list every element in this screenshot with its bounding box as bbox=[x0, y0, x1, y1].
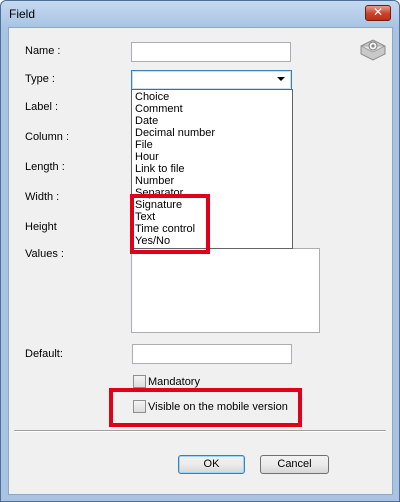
type-select[interactable] bbox=[131, 70, 292, 90]
type-option-date[interactable]: Date bbox=[135, 115, 158, 127]
type-option-file[interactable]: File bbox=[135, 139, 153, 151]
name-label: Name : bbox=[25, 45, 61, 57]
close-button[interactable]: ✕ bbox=[365, 5, 391, 21]
default-label: Default: bbox=[25, 348, 63, 360]
height-label: Height bbox=[25, 221, 57, 233]
mandatory-checkbox[interactable] bbox=[133, 375, 146, 388]
default-input[interactable] bbox=[132, 344, 292, 364]
close-icon: ✕ bbox=[372, 5, 384, 19]
type-option-link-to-file[interactable]: Link to file bbox=[135, 163, 185, 175]
length-label: Length : bbox=[25, 161, 65, 173]
name-input[interactable] bbox=[131, 42, 291, 62]
type-option-decimal-number[interactable]: Decimal number bbox=[135, 127, 215, 139]
mandatory-label: Mandatory bbox=[148, 376, 200, 388]
type-option-comment[interactable]: Comment bbox=[135, 103, 183, 115]
window-title: Field bbox=[9, 7, 36, 21]
highlight-mobile-option bbox=[109, 388, 302, 427]
values-textarea[interactable] bbox=[131, 248, 320, 333]
highlight-new-types bbox=[130, 194, 210, 254]
type-option-choice[interactable]: Choice bbox=[135, 91, 169, 103]
separator bbox=[14, 430, 386, 432]
column-label: Column : bbox=[25, 131, 70, 143]
cancel-button[interactable]: Cancel bbox=[260, 455, 329, 474]
type-option-number[interactable]: Number bbox=[135, 175, 174, 187]
title-bar: Field ✕ bbox=[1, 1, 399, 27]
type-label: Type : bbox=[25, 73, 55, 85]
label-label: Label : bbox=[25, 101, 59, 113]
values-label: Values : bbox=[25, 248, 64, 260]
width-label: Width : bbox=[25, 191, 60, 203]
ok-button[interactable]: OK bbox=[178, 455, 245, 474]
chevron-down-icon[interactable] bbox=[277, 77, 285, 81]
gear-icon[interactable] bbox=[357, 38, 387, 62]
type-option-hour[interactable]: Hour bbox=[135, 151, 159, 163]
